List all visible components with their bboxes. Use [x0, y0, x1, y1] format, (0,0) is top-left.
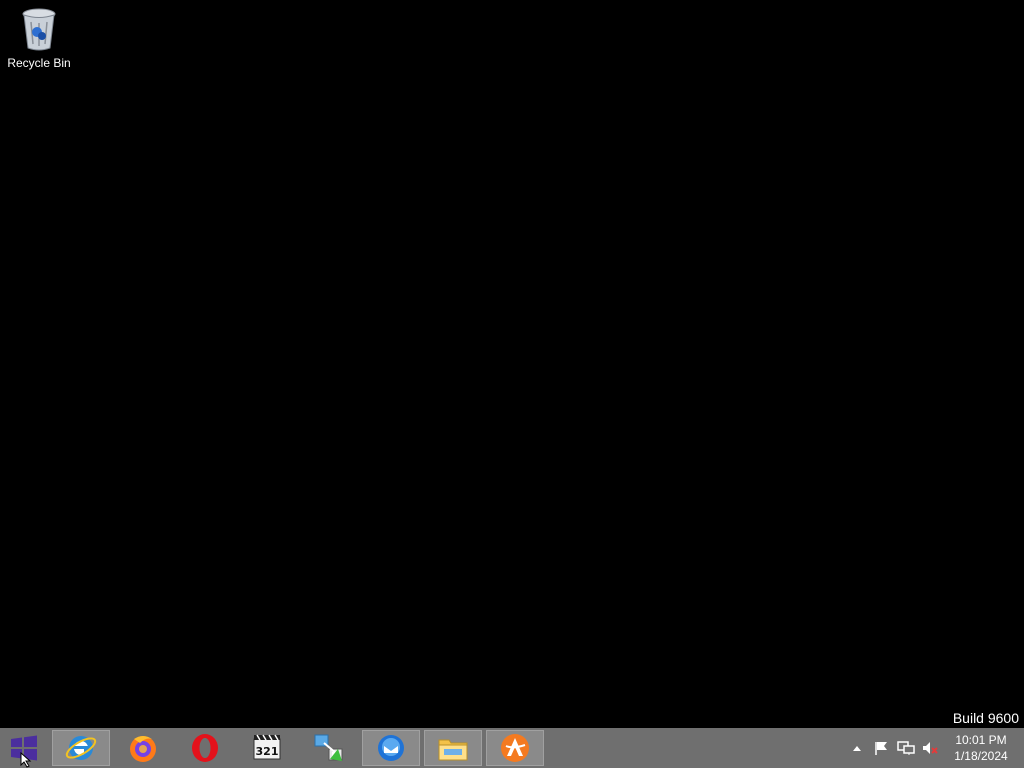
taskbar-app-opera[interactable]: [176, 730, 234, 766]
thunderbird-icon: [378, 735, 404, 761]
taskbar-app-internet-explorer[interactable]: [52, 730, 110, 766]
action-center-flag-icon: [875, 742, 887, 755]
desktop-icon-label: Recycle Bin: [7, 56, 71, 70]
show-hidden-icons-button[interactable]: [850, 728, 864, 768]
build-watermark: Build 9600: [952, 710, 1019, 726]
volume-button[interactable]: [920, 728, 940, 768]
taskbar-app-thunderbird[interactable]: [362, 730, 420, 766]
mouse-cursor-icon: [20, 752, 32, 768]
opera-icon: [192, 734, 218, 762]
recycle-bin-icon[interactable]: Recycle Bin: [4, 6, 74, 70]
internet-explorer-icon: [65, 736, 97, 760]
clock-date: 1/18/2024: [954, 749, 1008, 763]
desktop: Recycle Bin Build 9600: [0, 0, 1024, 728]
network-button[interactable]: [896, 728, 916, 768]
taskbar-app-firefox[interactable]: [114, 730, 172, 766]
volume-muted-icon: [923, 742, 938, 754]
taskbar-app-transfer[interactable]: [300, 730, 358, 766]
taskbar-app-media-player[interactable]: 321: [238, 730, 296, 766]
trash-can-icon: [22, 8, 56, 51]
network-icon: [897, 741, 915, 755]
taskbar: 321 10:01 PM 1/18/2024: [0, 728, 1024, 768]
show-hidden-icons-icon: [853, 746, 861, 751]
file-explorer-icon: [438, 739, 468, 761]
firefox-icon: [130, 736, 156, 762]
action-center-button[interactable]: [872, 728, 890, 768]
taskbar-app-avast[interactable]: [486, 730, 544, 766]
avast-icon: [501, 734, 529, 762]
media-player-icon: 321: [253, 734, 281, 760]
svg-text:321: 321: [256, 745, 279, 758]
taskbar-app-file-explorer[interactable]: [424, 730, 482, 766]
transfer-icon: [314, 734, 343, 761]
taskbar-clock[interactable]: 10:01 PM 1/18/2024: [948, 732, 1014, 764]
clock-time: 10:01 PM: [955, 733, 1007, 747]
